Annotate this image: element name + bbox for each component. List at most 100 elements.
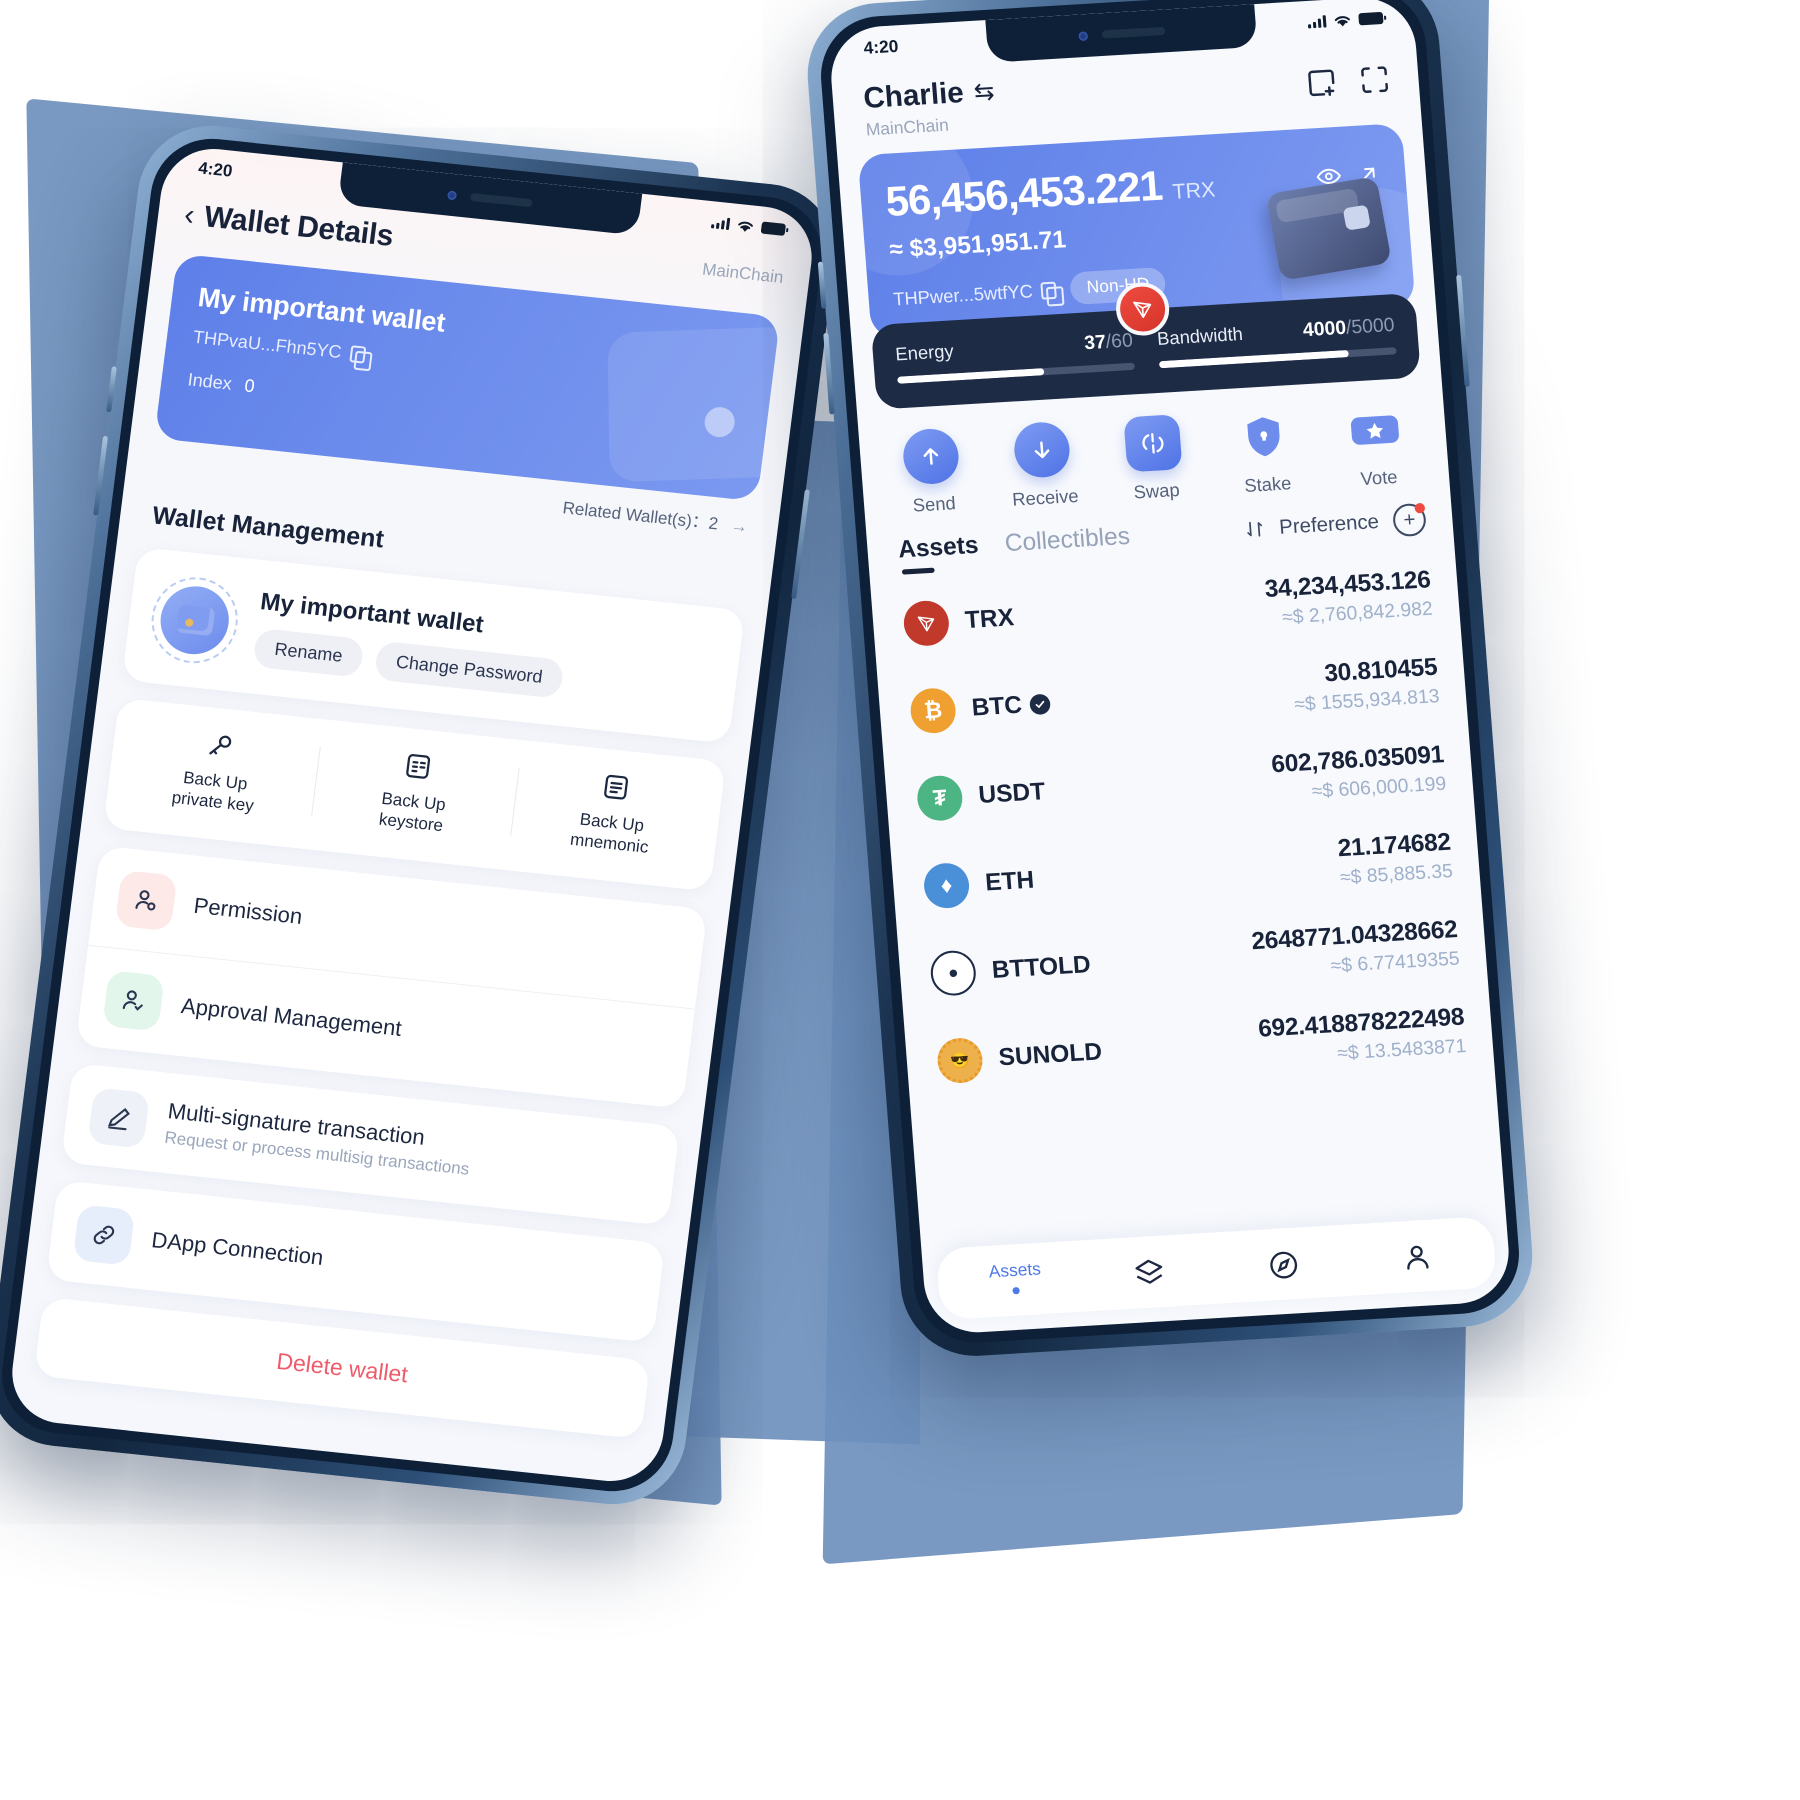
action-stake-label: Stake [1243, 472, 1293, 497]
action-vote-label: Vote [1359, 466, 1399, 490]
wifi-icon [738, 221, 753, 232]
layers-icon [1081, 1249, 1218, 1298]
asset-symbol-sunold: SUNOLD [997, 1037, 1103, 1072]
action-stake[interactable]: Stake [1206, 406, 1324, 499]
scan-qr-icon[interactable] [1356, 61, 1393, 98]
nav-item-assets[interactable]: Assets [947, 1257, 1084, 1306]
wallet-index-value: 0 [243, 375, 256, 397]
wallet-avatar-icon [156, 582, 233, 658]
user-check-icon [102, 969, 165, 1032]
user-permission-icon [114, 869, 178, 931]
chain-label: MainChain [701, 259, 785, 287]
status-time: 4:20 [197, 158, 234, 181]
asset-amount-eth: 21.174682 [1336, 828, 1452, 863]
preference-label[interactable]: Preference [1278, 510, 1379, 539]
volume-down-button-right[interactable] [823, 332, 835, 415]
wallet-avatar-ring[interactable] [146, 573, 243, 668]
add-token-icon[interactable]: + [1391, 502, 1428, 538]
nav-item-layers[interactable] [1081, 1249, 1218, 1298]
notification-dot [1414, 502, 1426, 514]
action-receive[interactable]: Receive [984, 419, 1102, 512]
bandwidth-value: 4000/5000 [1302, 314, 1396, 342]
bandwidth-progress-bar [1158, 347, 1397, 369]
nav-item-profile[interactable] [1349, 1233, 1486, 1282]
sort-arrows-icon[interactable] [1244, 518, 1266, 540]
action-send[interactable]: Send [873, 426, 991, 519]
asset-list[interactable]: TRX 34,234,453.126 ≈$ 2,760,842.982 ₿ BT… [870, 542, 1506, 1250]
menu-label-dapp-connection: DApp Connection [150, 1226, 325, 1270]
tether-coin-icon: ₮ [915, 774, 964, 822]
status-time-right: 4:20 [862, 36, 900, 58]
ethereum-coin-icon: ♦ [922, 861, 971, 910]
asset-usd-eth: ≈$ 85,885.35 [1339, 860, 1454, 889]
delete-wallet-button[interactable]: Delete wallet [275, 1347, 409, 1387]
balance-address-block[interactable]: THPwer...5wtfYC [892, 279, 1057, 310]
action-send-label: Send [912, 492, 957, 516]
wallet-manage-content: My important wallet Rename Change Passwo… [252, 588, 719, 714]
asset-amount-btc: 30.810455 [1323, 653, 1439, 688]
change-password-button[interactable]: Change Password [373, 640, 565, 699]
backup-private-key-button[interactable]: Back Up private key [112, 718, 321, 823]
action-swap[interactable]: Swap [1095, 413, 1213, 506]
copy-icon[interactable] [349, 345, 367, 364]
resource-energy[interactable]: Energy 37/60 [894, 330, 1136, 384]
nav-active-dot [1012, 1286, 1021, 1295]
battery-icon [760, 221, 787, 236]
backup-mnemonic-button[interactable]: Back Up mnemonic [509, 760, 718, 865]
tab-assets[interactable]: Assets [897, 531, 980, 574]
account-name-row[interactable]: Charlie ⇆ [862, 75, 995, 116]
energy-value: 37/60 [1083, 330, 1134, 355]
backup-keystore-button[interactable]: Back Up keystore [311, 739, 520, 844]
asset-usd-btc: ≈$ 1555,934.813 [1293, 685, 1441, 716]
tron-coin-icon [902, 599, 951, 647]
pencil-icon [87, 1086, 151, 1149]
account-block[interactable]: Charlie ⇆ MainChain [862, 75, 997, 141]
related-wallets-label: Related Wallet(s)：2 [561, 498, 720, 534]
verified-badge-icon [1029, 693, 1052, 716]
chain-label-right: MainChain [865, 115, 950, 140]
bandwidth-label: Bandwidth [1156, 323, 1244, 350]
wallet-address: THPvaU...Fhn5YC [191, 326, 343, 363]
screen-wallet-details: 4:20 ‹ Wallet Details MainChain My impor… [6, 143, 818, 1487]
sun-coin-icon: 😎 [935, 1036, 985, 1085]
asset-usd-trx: ≈$ 2,760,842.982 [1281, 598, 1434, 629]
tab-collectibles[interactable]: Collectibles [1004, 522, 1132, 568]
swap-icon [1123, 414, 1183, 473]
account-switch-icon[interactable]: ⇆ [973, 77, 996, 108]
action-receive-label: Receive [1011, 485, 1080, 510]
add-account-icon[interactable] [1303, 65, 1340, 102]
permission-card: Permission Approval Management [75, 845, 708, 1109]
arrow-down-icon [1012, 420, 1072, 479]
asset-symbol-usdt: USDT [977, 777, 1047, 810]
energy-label: Energy [894, 340, 955, 365]
action-swap-label: Swap [1132, 479, 1181, 503]
bitcoin-coin-icon: ₿ [908, 687, 958, 735]
action-vote[interactable]: Vote [1318, 399, 1436, 492]
signal-bars-icon-right [1307, 15, 1327, 29]
asset-amount-trx: 34,234,453.126 [1263, 565, 1432, 604]
menu-label-permission: Permission [192, 892, 304, 929]
wallet-3d-icon [1265, 176, 1392, 281]
asset-symbol-btc: BTC [971, 690, 1052, 723]
profile-icon [1349, 1233, 1486, 1282]
rename-button[interactable]: Rename [252, 627, 365, 678]
arrow-right-icon: → [729, 515, 749, 537]
arrow-up-icon [900, 427, 961, 486]
compass-icon [1215, 1241, 1352, 1290]
header-icon-group [1302, 51, 1393, 101]
chevron-left-icon[interactable]: ‹ [182, 198, 196, 232]
shield-lock-icon [1235, 408, 1294, 466]
energy-progress-bar [897, 362, 1136, 384]
wallet-index-label: Index [186, 369, 233, 394]
asset-symbol-trx: TRX [963, 603, 1015, 635]
asset-amount-usdt: 602,786.035091 [1270, 740, 1445, 779]
balance-address: THPwer...5wtfYC [892, 280, 1034, 310]
copy-icon-right[interactable] [1040, 281, 1057, 300]
card-decoration-shape [607, 326, 781, 483]
phone-bezel-right: 4:20 Charlie ⇆ MainChain 56,456,453.221 … [816, 0, 1524, 1347]
bittorrent-coin-icon: ● [929, 949, 978, 997]
status-icons [710, 216, 787, 237]
resource-bandwidth[interactable]: Bandwidth 4000/5000 [1156, 314, 1397, 369]
account-name: Charlie [862, 76, 965, 116]
nav-item-discover[interactable] [1215, 1241, 1352, 1290]
